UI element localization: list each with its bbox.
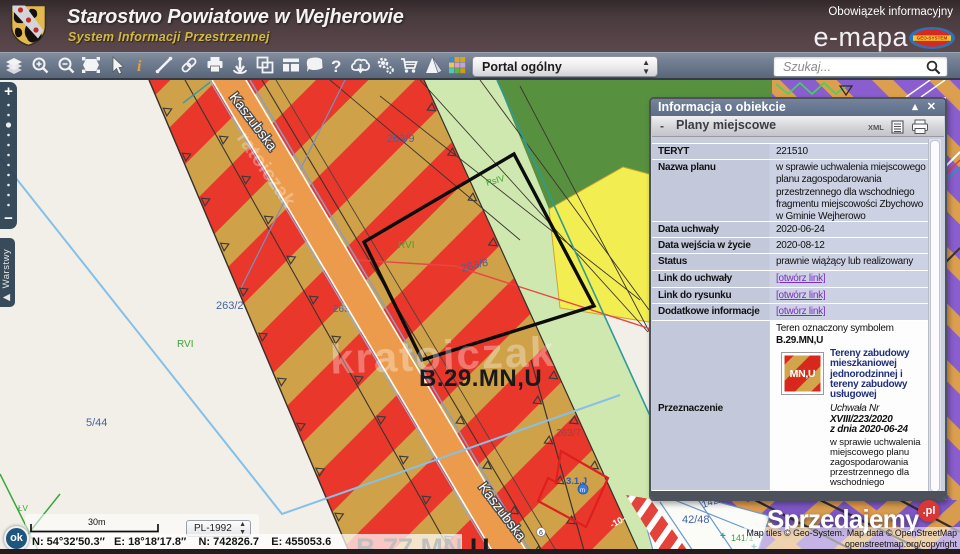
svg-text:?: ? [331, 57, 341, 76]
svg-text:263/7: 263/7 [556, 428, 581, 439]
svg-text:RVI: RVI [177, 339, 194, 350]
svg-text:RVI: RVI [398, 240, 415, 251]
svg-text:GEO-SYSTEM: GEO-SYSTEM [917, 36, 948, 41]
svg-text:30m: 30m [88, 517, 106, 527]
svg-text:ŁV: ŁV [18, 504, 28, 513]
svg-text:XML: XML [868, 123, 884, 132]
svg-text:263/2: 263/2 [216, 300, 244, 312]
svg-text:5/44: 5/44 [86, 417, 107, 429]
svg-text:263/9: 263/9 [387, 133, 415, 145]
svg-text:42/48: 42/48 [682, 514, 710, 526]
svg-text:+: + [720, 531, 726, 542]
svg-text:i: i [137, 58, 142, 75]
svg-text:6: 6 [539, 530, 543, 537]
svg-text:MN,U: MN,U [790, 368, 816, 380]
svg-text:m: m [580, 488, 585, 494]
